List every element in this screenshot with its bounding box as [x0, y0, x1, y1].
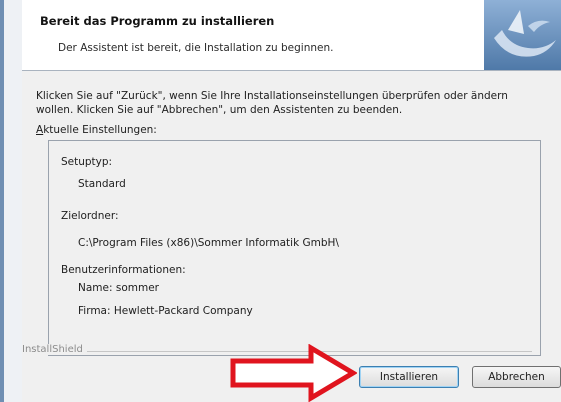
user-name-line: Name: sommer: [78, 282, 159, 294]
cancel-button[interactable]: Abbrechen: [472, 366, 561, 388]
installshield-label: InstallShield: [22, 344, 87, 355]
intro-text: Klicken Sie auf "Zurück", wenn Sie Ihre …: [36, 89, 536, 117]
current-settings-label-text: ktuelle Einstellungen:: [43, 124, 157, 136]
user-info-label: Benutzerinformationen:: [61, 264, 186, 276]
window-left-margin: [4, 0, 22, 402]
intro-line-1: Klicken Sie auf "Zurück", wenn Sie Ihre …: [36, 90, 508, 102]
company-line: Firma: Hewlett-Packard Company: [78, 305, 253, 317]
setup-type-label: Setuptyp:: [61, 156, 113, 168]
header-subtitle: Der Assistent ist bereit, die Installati…: [58, 42, 334, 54]
red-arrow-icon: [230, 344, 357, 402]
target-folder-value: C:\Program Files (x86)\Sommer Informatik…: [78, 237, 339, 249]
header-title: Bereit das Programm zu installieren: [40, 14, 275, 28]
target-folder-label: Zielordner:: [61, 210, 119, 222]
current-settings-box[interactable]: Setuptyp: Standard Zielordner: C:\Progra…: [48, 140, 541, 356]
installshield-logo-icon: [484, 0, 561, 70]
wizard-header: Bereit das Programm zu installieren Der …: [22, 0, 561, 70]
setup-type-value: Standard: [78, 178, 126, 190]
intro-line-2: wollen. Klicken Sie auf "Abbrechen", um …: [36, 104, 403, 116]
current-settings-label: Aktuelle Einstellungen:: [36, 124, 157, 136]
install-button[interactable]: Installieren: [359, 366, 459, 388]
